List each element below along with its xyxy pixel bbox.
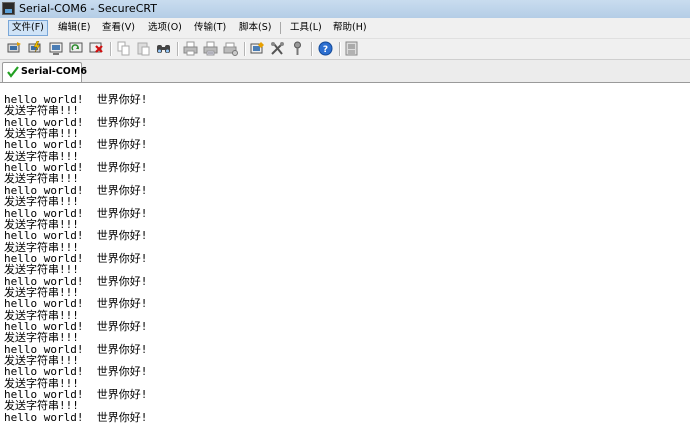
menu-script[interactable]: 脚本(S) bbox=[236, 20, 274, 36]
menu-help[interactable]: 帮助(H) bbox=[330, 20, 370, 36]
toolbar-separator bbox=[110, 42, 111, 56]
menu-edit[interactable]: 编辑(E) bbox=[55, 20, 93, 36]
toolbar-separator bbox=[311, 42, 312, 56]
quick-connect-icon[interactable] bbox=[28, 41, 43, 56]
toolbar-separator bbox=[244, 42, 245, 56]
keymap-icon[interactable] bbox=[290, 41, 305, 56]
terminal-line: hello world! 世界你好! bbox=[4, 410, 148, 424]
toolbar-separator bbox=[177, 42, 178, 56]
menu-transfer[interactable]: 传输(T) bbox=[191, 20, 229, 36]
connected-check-icon bbox=[7, 66, 19, 78]
menu-separator bbox=[280, 22, 281, 34]
toolbar: ? bbox=[0, 39, 690, 60]
connect-icon[interactable] bbox=[7, 41, 22, 56]
tab-label: Serial-COM6 bbox=[21, 66, 87, 77]
paste-icon[interactable] bbox=[136, 41, 151, 56]
disconnect-icon[interactable] bbox=[89, 41, 104, 56]
securecrt-app-icon[interactable] bbox=[2, 2, 15, 15]
tab-serial-com6[interactable]: Serial-COM6 bbox=[2, 62, 87, 82]
session-options-icon[interactable] bbox=[250, 41, 265, 56]
window-title: Serial-COM6 - SecureCRT bbox=[19, 2, 157, 15]
global-options-icon[interactable] bbox=[270, 41, 285, 56]
help-icon[interactable]: ? bbox=[318, 41, 333, 56]
print-setup-icon[interactable] bbox=[223, 41, 238, 56]
terminal-output[interactable]: hello world! 世界你好! 发送字符串!!! hello world! 世… bbox=[0, 83, 690, 424]
menu-options[interactable]: 选项(O) bbox=[145, 20, 185, 36]
title-bar: Serial-COM6 - SecureCRT bbox=[0, 0, 690, 18]
session-tab-strip: Serial-COM6 bbox=[0, 60, 690, 83]
copy-icon[interactable] bbox=[116, 41, 131, 56]
menu-file[interactable]: 文件(F) bbox=[8, 20, 48, 36]
menu-view[interactable]: 查看(V) bbox=[99, 20, 138, 36]
connect-tab-icon[interactable] bbox=[49, 41, 64, 56]
reconnect-icon[interactable] bbox=[69, 41, 84, 56]
about-icon[interactable] bbox=[344, 41, 359, 56]
svg-text:?: ? bbox=[323, 45, 328, 55]
menu-tools[interactable]: 工具(L) bbox=[287, 20, 325, 36]
find-icon[interactable] bbox=[156, 41, 171, 56]
menu-bar: 文件(F) 编辑(E) 查看(V) 选项(O) 传输(T) 脚本(S) 工具(L… bbox=[0, 18, 690, 39]
print-icon[interactable] bbox=[183, 41, 198, 56]
print-selection-icon[interactable] bbox=[203, 41, 218, 56]
toolbar-separator bbox=[339, 42, 340, 56]
